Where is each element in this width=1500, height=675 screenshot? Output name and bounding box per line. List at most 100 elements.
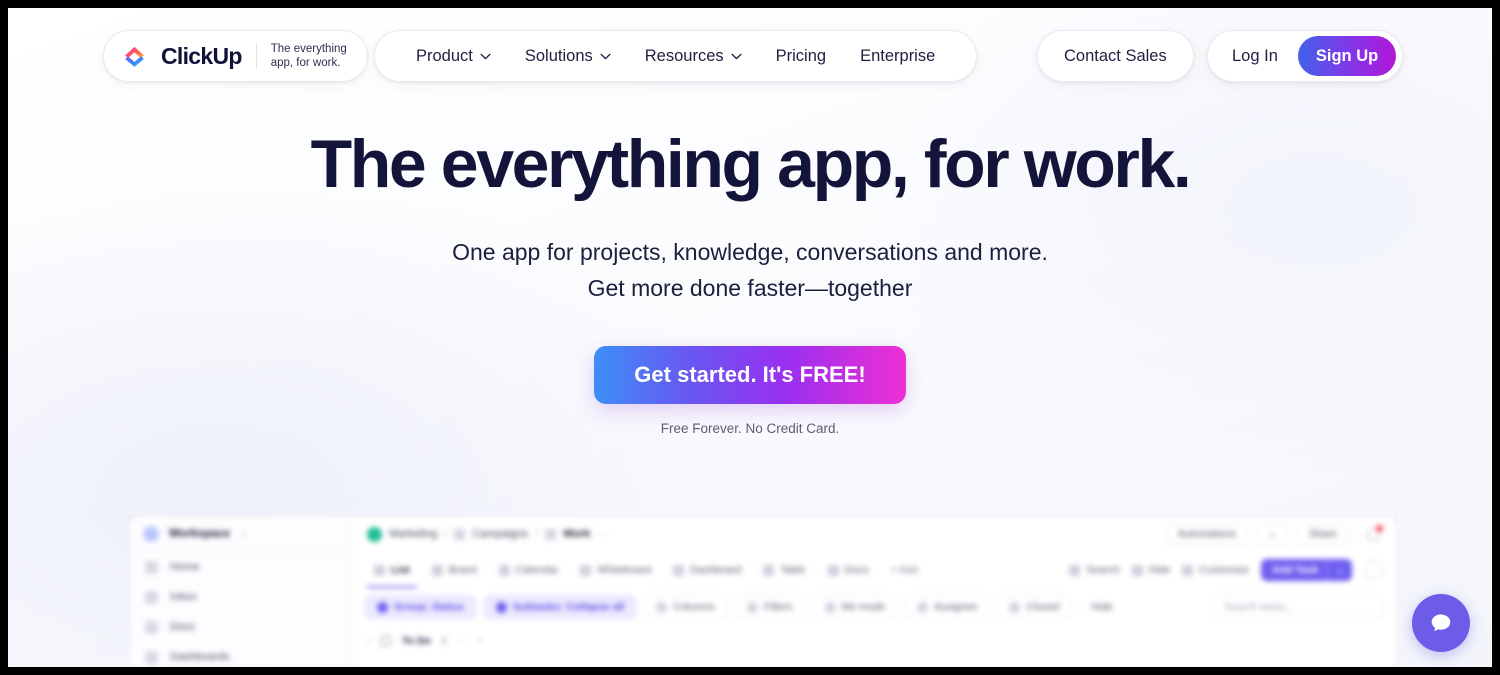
filter-chip-assignee[interactable]: Assignee <box>905 595 990 619</box>
filter-chip-label: Group: Status <box>394 601 464 613</box>
chevron-down-icon: ⌄ <box>240 528 249 539</box>
hide-label: Hide <box>1148 564 1171 576</box>
hero-subtitle-line1: One app for projects, knowledge, convers… <box>452 239 1048 266</box>
hide-button[interactable]: Hide <box>1131 564 1171 576</box>
logo-divider <box>255 43 257 69</box>
view-tab-board[interactable]: Board <box>423 558 486 582</box>
sidebar-item-inbox[interactable]: Inbox <box>129 582 350 612</box>
person-icon <box>824 601 836 613</box>
nav-item-product[interactable]: Product <box>399 31 508 81</box>
view-tab-label: Dashboard <box>690 564 742 576</box>
filter-chip-label: Subtasks: Collapse all <box>513 601 625 613</box>
app-preview-screenshot: Workspace ⌄ Home Inbox Docs Dashboards M… <box>128 515 1398 667</box>
group-overflow-icon[interactable]: ··· <box>457 635 468 647</box>
view-tab-docs[interactable]: Docs <box>819 558 878 582</box>
hero-subtitle: One app for projects, knowledge, convers… <box>8 234 1492 306</box>
preview-sidebar: Workspace ⌄ Home Inbox Docs Dashboards <box>129 516 351 667</box>
subtasks-icon <box>496 601 507 613</box>
browser-viewport: ClickUp The everything app, for work. Pr… <box>8 8 1492 667</box>
dashboards-icon <box>145 650 158 664</box>
view-tabs: List Board Calendar Whiteboard Dashboard… <box>351 552 1397 588</box>
dashboard-view-icon <box>673 564 685 576</box>
chevron-right-icon[interactable]: › <box>367 636 370 646</box>
view-tab-calendar[interactable]: Calendar <box>490 558 568 582</box>
breadcrumb-list[interactable]: Work <box>563 528 590 540</box>
nav-item-enterprise[interactable]: Enterprise <box>843 31 952 81</box>
nav-item-resources[interactable]: Resources <box>628 31 759 81</box>
sidebar-item-docs[interactable]: Docs <box>129 612 350 642</box>
space-avatar <box>367 526 382 542</box>
cta-disclaimer: Free Forever. No Credit Card. <box>660 421 840 437</box>
nav-item-resources-label: Resources <box>644 46 724 65</box>
filter-chip-group-status[interactable]: Group: Status <box>365 595 476 619</box>
get-started-cta-button[interactable]: Get started. It's FREE! <box>594 346 906 405</box>
view-tab-label: Table <box>780 564 806 576</box>
filter-chip-label: Closed <box>1026 601 1060 613</box>
group-add-icon[interactable]: + <box>477 635 483 647</box>
chat-widget-button[interactable] <box>1412 594 1470 652</box>
nav-item-product-label: Product <box>416 46 473 65</box>
automations-caret-button[interactable]: ⌄ <box>1256 523 1289 545</box>
automations-button[interactable]: Automations <box>1165 523 1249 545</box>
view-tab-whiteboard[interactable]: Whiteboard <box>571 558 660 582</box>
filter-chip-closed[interactable]: Closed <box>997 595 1072 619</box>
logo-home-link[interactable]: ClickUp The everything app, for work. <box>103 30 368 82</box>
log-in-button[interactable]: Log In <box>1208 47 1298 66</box>
share-button[interactable]: Share <box>1296 523 1349 545</box>
nav-item-pricing-label: Pricing <box>775 46 827 65</box>
view-tab-table[interactable]: Table <box>754 558 814 582</box>
filter-chip-subtasks[interactable]: Subtasks: Collapse all <box>484 595 637 619</box>
logo-wordmark: ClickUp <box>161 42 242 69</box>
workspace-switcher[interactable]: Workspace ⌄ <box>129 516 350 552</box>
sidebar-item-label: Dashboards <box>170 651 230 663</box>
status-icon <box>380 635 392 647</box>
view-tab-label: Whiteboard <box>597 564 652 576</box>
customize-label: Customize <box>1199 564 1249 576</box>
contact-sales-label: Contact Sales <box>1064 46 1167 65</box>
clickup-logo-icon <box>125 46 144 67</box>
sidebar-item-home[interactable]: Home <box>129 552 350 582</box>
breadcrumb-folder[interactable]: Campaigns <box>472 528 528 540</box>
filter-chip-filters[interactable]: Filters <box>734 595 805 619</box>
task-group-row: › To Do 2 ··· + <box>351 626 1397 656</box>
nav-item-solutions[interactable]: Solutions <box>508 31 628 81</box>
view-tab-dashboard[interactable]: Dashboard <box>664 558 750 582</box>
filter-chip-columns[interactable]: Columns <box>644 595 727 619</box>
filter-chip-me-mode[interactable]: Me mode <box>812 595 898 619</box>
columns-icon <box>656 601 668 613</box>
primary-nav-menu: Product Solutions Resources Pricing Ente… <box>374 30 978 82</box>
chevron-down-icon <box>731 53 742 59</box>
add-task-label: Add Task <box>1271 564 1319 576</box>
view-toolbar: Search Hide Customize Add Task ⌄ <box>1069 559 1383 581</box>
task-search-input[interactable]: Search tasks... <box>1213 595 1383 619</box>
chevron-down-icon[interactable]: ⌄ <box>1327 559 1352 581</box>
inbox-icon <box>145 590 158 604</box>
search-button[interactable]: Search <box>1069 564 1120 576</box>
site-header: ClickUp The everything app, for work. Pr… <box>8 8 1492 104</box>
sign-up-button[interactable]: Sign Up <box>1297 36 1397 76</box>
group-count: 2 <box>440 635 447 647</box>
breadcrumb-space[interactable]: Marketing <box>389 528 437 540</box>
search-label: Search <box>1086 564 1120 576</box>
nav-item-pricing[interactable]: Pricing <box>759 31 843 81</box>
header-actions: Automations ⌄ Share <box>1165 523 1383 545</box>
workspace-name: Workspace <box>169 527 231 540</box>
view-tab-list[interactable]: List <box>365 558 419 588</box>
invite-avatar-button[interactable] <box>1364 560 1383 580</box>
logo-tagline: The everything app, for work. <box>271 42 347 70</box>
breadcrumb-overflow-icon[interactable]: ··· <box>597 528 611 540</box>
view-tab-label: Docs <box>844 564 869 576</box>
assignee-icon <box>917 601 929 613</box>
customize-button[interactable]: Customize <box>1182 564 1249 576</box>
contact-sales-button[interactable]: Contact Sales <box>1037 30 1194 82</box>
hero-section: The everything app, for work. One app fo… <box>8 128 1492 436</box>
search-icon <box>1069 564 1081 576</box>
filter-chip-label: Hide <box>1091 601 1113 613</box>
add-view-button[interactable]: + Add <box>881 558 926 582</box>
notifications-bell-icon[interactable] <box>1366 524 1383 542</box>
filter-chip-hide[interactable]: Hide <box>1079 595 1125 619</box>
filter-chip-label: Assignee <box>934 601 978 613</box>
header-divider <box>1357 527 1358 541</box>
add-task-button[interactable]: Add Task ⌄ <box>1260 559 1352 581</box>
sidebar-item-dashboards[interactable]: Dashboards <box>129 642 350 667</box>
